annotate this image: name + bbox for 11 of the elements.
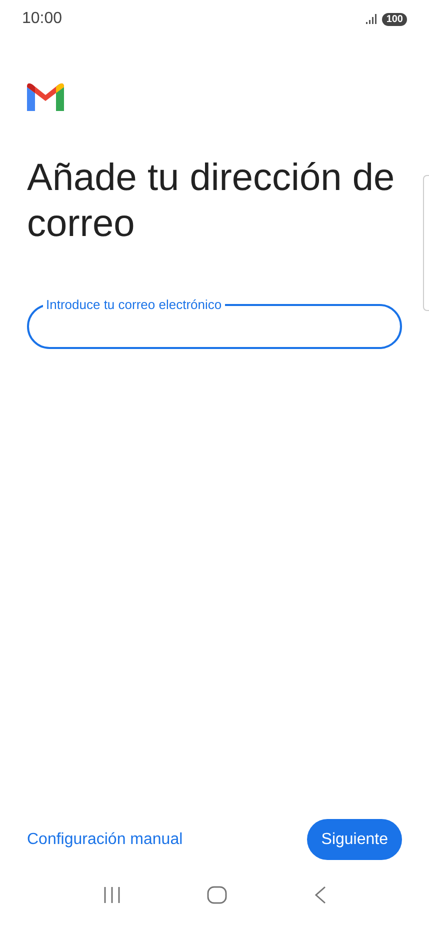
battery-level: 100 [382,12,407,26]
manual-setup-link[interactable]: Configuración manual [27,830,183,848]
page-title: Añade tu dirección de correo [27,156,396,247]
signal-icon [366,14,378,24]
status-time: 10:00 [22,10,62,28]
next-button[interactable]: Siguiente [307,819,402,860]
recent-apps-icon[interactable] [103,887,122,903]
back-icon[interactable] [314,886,326,904]
email-field[interactable]: Introduce tu correo electrónico [27,297,402,349]
home-icon[interactable] [207,886,228,904]
mail-logo-icon [27,83,64,111]
